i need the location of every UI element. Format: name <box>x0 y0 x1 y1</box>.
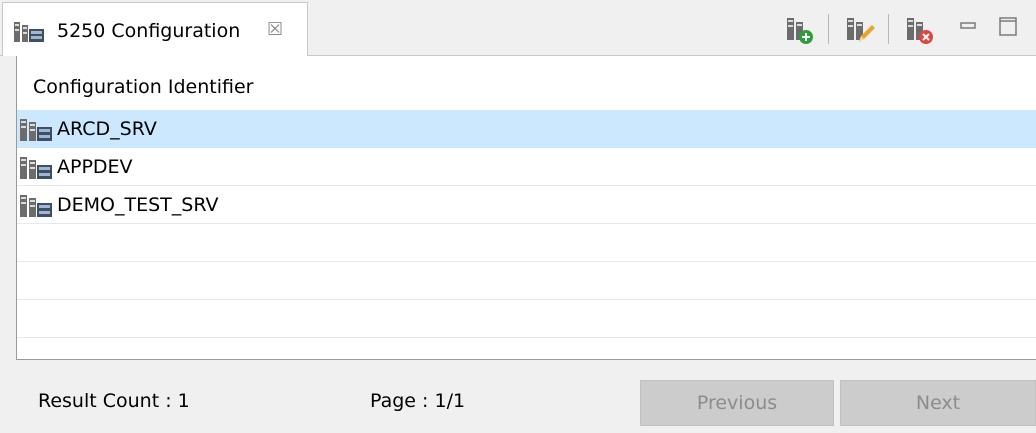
maximize-icon[interactable] <box>996 14 1020 38</box>
column-header-label: Configuration Identifier <box>33 76 254 98</box>
minimize-icon[interactable] <box>956 14 980 38</box>
next-button[interactable]: Next <box>840 380 1036 426</box>
empty-row <box>17 300 1036 338</box>
pagination-footer: Result Count : 1 Page : 1/1 Previous Nex… <box>0 360 1036 433</box>
delete-configuration-icon[interactable] <box>904 14 936 46</box>
close-icon[interactable]: ☒ <box>267 19 283 41</box>
table-row[interactable]: APPDEV <box>17 148 1036 186</box>
row-label: DEMO_TEST_SRV <box>57 194 219 216</box>
server-config-icon <box>20 157 52 179</box>
result-count: Result Count : 1 <box>38 390 190 412</box>
row-label: APPDEV <box>57 156 133 178</box>
previous-button[interactable]: Previous <box>640 380 834 426</box>
table-row[interactable]: DEMO_TEST_SRV <box>17 186 1036 224</box>
tab-5250-configuration[interactable]: 5250 Configuration ☒ <box>2 2 308 56</box>
server-config-icon <box>20 195 52 217</box>
configuration-table: Configuration Identifier ARCD_SRV APPDEV… <box>16 56 1036 360</box>
edit-configuration-icon[interactable] <box>844 14 876 46</box>
add-configuration-icon[interactable] <box>784 14 816 46</box>
page-indicator: Page : 1/1 <box>370 390 466 412</box>
configuration-view: 5250 Configuration ☒ Configuration Ident… <box>0 0 1036 433</box>
toolbar-separator <box>828 14 829 44</box>
empty-row <box>17 262 1036 300</box>
view-tab-bar: 5250 Configuration ☒ <box>0 0 1036 56</box>
tab-title: 5250 Configuration <box>57 20 241 42</box>
server-config-icon <box>14 22 44 42</box>
empty-row <box>17 224 1036 262</box>
server-config-icon <box>20 119 52 141</box>
table-row[interactable]: ARCD_SRV <box>17 110 1036 148</box>
toolbar-separator <box>888 14 889 44</box>
row-label: ARCD_SRV <box>57 118 157 140</box>
column-header[interactable]: Configuration Identifier <box>17 56 1036 110</box>
